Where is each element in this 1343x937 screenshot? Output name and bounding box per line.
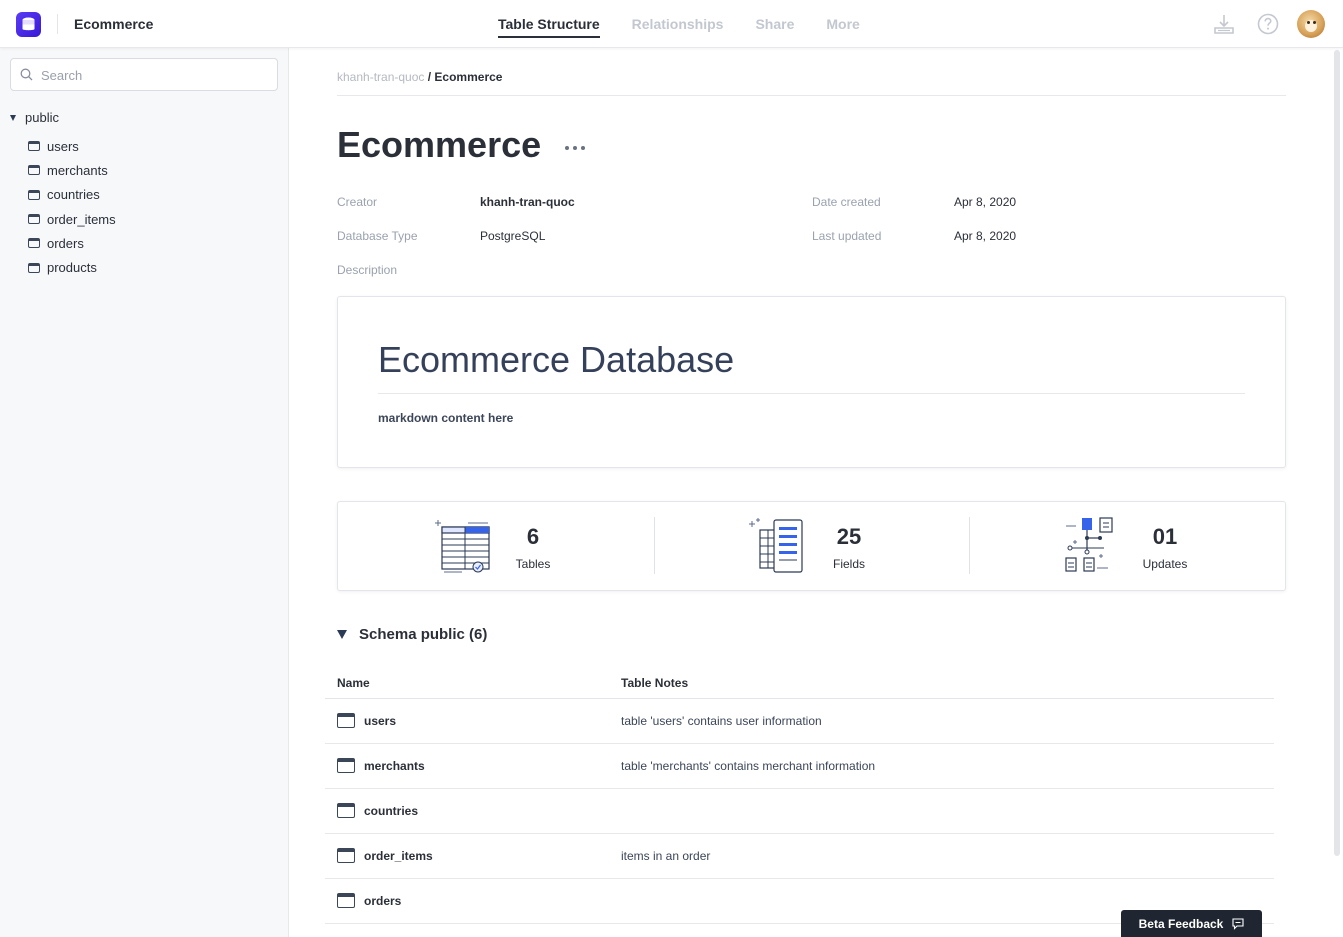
table-note: items in an order [621,849,711,863]
schema-table: Name Table Notes users table 'users' con… [325,654,1274,924]
table-name: orders [364,893,402,908]
sidebar: public users merchants countries order_i… [0,48,289,937]
breadcrumb-current: Ecommerce [434,70,503,84]
table-icon [337,848,355,863]
table-icon [337,713,355,728]
table-row[interactable]: users table 'users' contains user inform… [325,699,1274,744]
app-logo[interactable] [16,12,41,37]
table-name: merchants [364,758,425,773]
table-icon [28,141,40,152]
stat-updates: 01 Updates [970,502,1286,590]
user-avatar[interactable] [1297,10,1325,38]
header-divider [57,14,58,34]
caret-down-icon [10,114,16,121]
table-note: table 'merchants' contains merchant info… [621,759,876,773]
table-icon [337,893,355,908]
description-card[interactable]: Ecommerce Database markdown content here [337,296,1286,468]
date-created-label: Date created [812,195,881,209]
creator-value: khanh-tran-quoc [480,195,575,209]
breadcrumb-owner[interactable]: khanh-tran-quoc [337,70,424,84]
table-row[interactable]: order_items items in an order [325,834,1274,879]
schema-name: public [25,110,59,125]
last-updated-label: Last updated [812,229,882,243]
breadcrumb: khanh-tran-quoc / Ecommerce [337,70,502,84]
table-name: order_items [364,848,433,863]
table-icon [28,214,40,225]
stat-fields: 25 Fields [654,502,970,590]
fields-label: Fields [832,557,865,571]
tables-icon [435,520,490,573]
caret-down-icon [337,630,347,639]
tab-share[interactable]: Share [755,16,794,38]
sidebar-item-products[interactable]: products [28,255,116,279]
stat-tables: 6 Tables [338,502,654,590]
page-title: Ecommerce [337,124,542,165]
description-heading: Ecommerce Database [378,339,735,380]
updates-label: Updates [1142,557,1188,571]
tables-label: Tables [515,557,551,571]
database-icon [22,17,35,31]
table-row[interactable]: merchants table 'merchants' contains mer… [325,744,1274,789]
stats-card: 6 Tables 25 Fields 01 Updates [337,501,1286,591]
main-content: khanh-tran-quoc / Ecommerce Ecommerce Cr… [289,48,1343,937]
help-icon[interactable] [1256,12,1280,36]
tab-more[interactable]: More [826,16,859,38]
sidebar-item-countries[interactable]: countries [28,183,116,207]
table-icon [337,758,355,773]
table-icon [28,165,40,176]
breadcrumb-separator: / [427,70,432,84]
beta-feedback-button[interactable]: Beta Feedback [1121,910,1262,937]
database-type-value: PostgreSQL [480,229,546,243]
more-options-icon[interactable] [565,146,585,150]
fields-icon [749,518,803,573]
schema-tree-node[interactable]: public [10,110,59,125]
table-icon [28,262,40,273]
column-header-name: Name [337,676,370,690]
table-tree: users merchants countries order_items or… [28,134,116,280]
schema-section-title: Schema public (6) [359,626,488,643]
date-created-value: Apr 8, 2020 [954,195,1017,209]
scrollbar[interactable] [1334,50,1340,856]
tab-relationships[interactable]: Relationships [632,16,724,38]
description-divider [378,393,1245,394]
table-note: table 'users' contains user information [621,714,822,728]
updates-icon [1065,517,1113,572]
search-box [10,58,278,91]
table-icon [28,189,40,200]
table-icon [337,803,355,818]
table-name: countries [364,803,419,818]
database-type-label: Database Type [337,229,418,243]
tab-table-structure[interactable]: Table Structure [498,16,600,38]
chat-icon [1232,917,1244,930]
table-row[interactable]: countries [325,789,1274,834]
sidebar-item-merchants[interactable]: merchants [28,158,116,182]
schema-section-toggle[interactable]: Schema public (6) [337,626,487,643]
search-input[interactable] [41,65,271,85]
description-body: markdown content here [378,411,514,425]
updates-count: 01 [1152,524,1178,549]
main-tabs: Table Structure Relationships Share More [498,16,860,38]
last-updated-value: Apr 8, 2020 [954,229,1017,243]
sidebar-item-users[interactable]: users [28,134,116,158]
beta-feedback-label: Beta Feedback [1138,916,1224,931]
column-header-notes: Table Notes [621,676,689,690]
creator-label: Creator [337,195,378,209]
sidebar-item-order-items[interactable]: order_items [28,207,116,231]
download-icon[interactable] [1212,12,1236,36]
sidebar-item-orders[interactable]: orders [28,231,116,255]
tables-count: 6 [526,524,540,549]
table-name: users [364,713,397,728]
search-icon [20,68,33,81]
top-bar: Ecommerce Table Structure Relationships … [0,0,1343,48]
table-header: Name Table Notes [325,654,1274,699]
description-label: Description [337,263,398,277]
fields-count: 25 [836,524,862,549]
project-title: Ecommerce [74,16,154,32]
breadcrumb-divider [337,95,1286,96]
table-icon [28,238,40,249]
